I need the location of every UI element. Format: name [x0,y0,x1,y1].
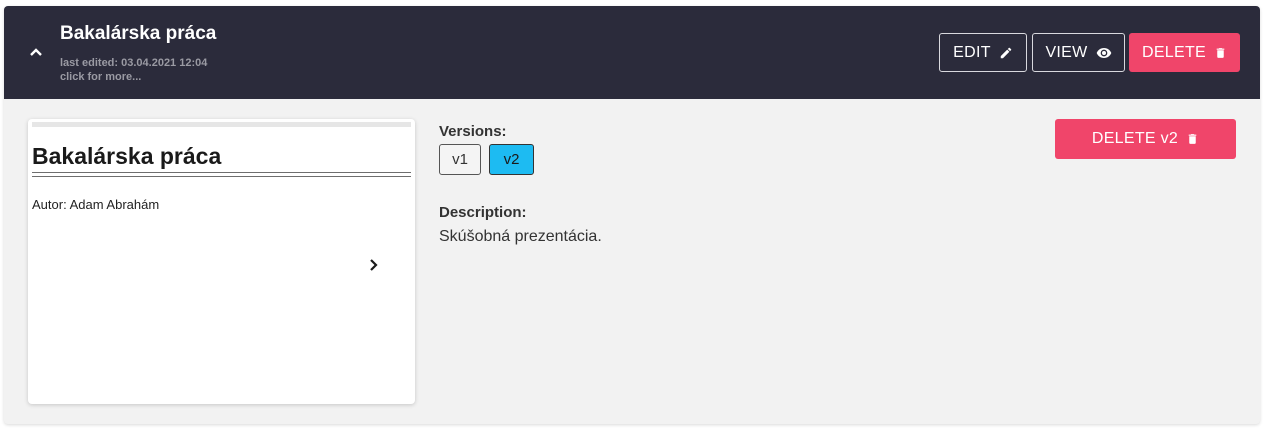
delete-version-label: DELETE v2 [1091,130,1179,147]
delete-button[interactable]: DELETE [1129,33,1240,72]
card-header[interactable]: Bakalárska práca last edited: 03.04.2021… [4,6,1260,99]
delete-version-button[interactable]: DELETE v2 [1055,119,1236,159]
versions-label: Versions: [439,123,507,140]
card-meta: last edited: 03.04.2021 12:04 click for … [60,56,207,84]
click-for-more-text[interactable]: click for more... [60,70,207,84]
slide-preview[interactable]: Bakalárska práca Autor: Adam Abrahám [28,119,415,404]
last-edited-text: last edited: 03.04.2021 12:04 [60,57,208,69]
edit-button-label: EDIT [953,43,991,61]
trash-icon [1214,46,1227,60]
preview-divider [32,172,411,173]
trash-icon [1186,132,1199,146]
preview-author: Autor: Adam Abrahám [32,197,160,212]
preview-top-bar [32,122,411,127]
card-title: Bakalárska práca [60,23,217,44]
view-button-label: VIEW [1045,43,1088,61]
chevron-up-icon[interactable] [26,42,46,62]
preview-title: Bakalárska práca [32,143,222,169]
chevron-right-icon[interactable] [364,255,384,275]
pencil-icon [999,46,1013,60]
eye-icon [1096,45,1112,61]
presentation-card: Bakalárska práca last edited: 03.04.2021… [4,6,1260,424]
description-label: Description: [439,204,527,221]
version-button-v1[interactable]: v1 [439,144,481,175]
edit-button[interactable]: EDIT [939,33,1027,72]
description-text: Skúšobná prezentácia. [439,228,602,245]
preview-divider [32,176,411,177]
view-button[interactable]: VIEW [1032,33,1125,72]
version-button-v2[interactable]: v2 [489,144,534,175]
delete-button-label: DELETE [1141,43,1207,61]
